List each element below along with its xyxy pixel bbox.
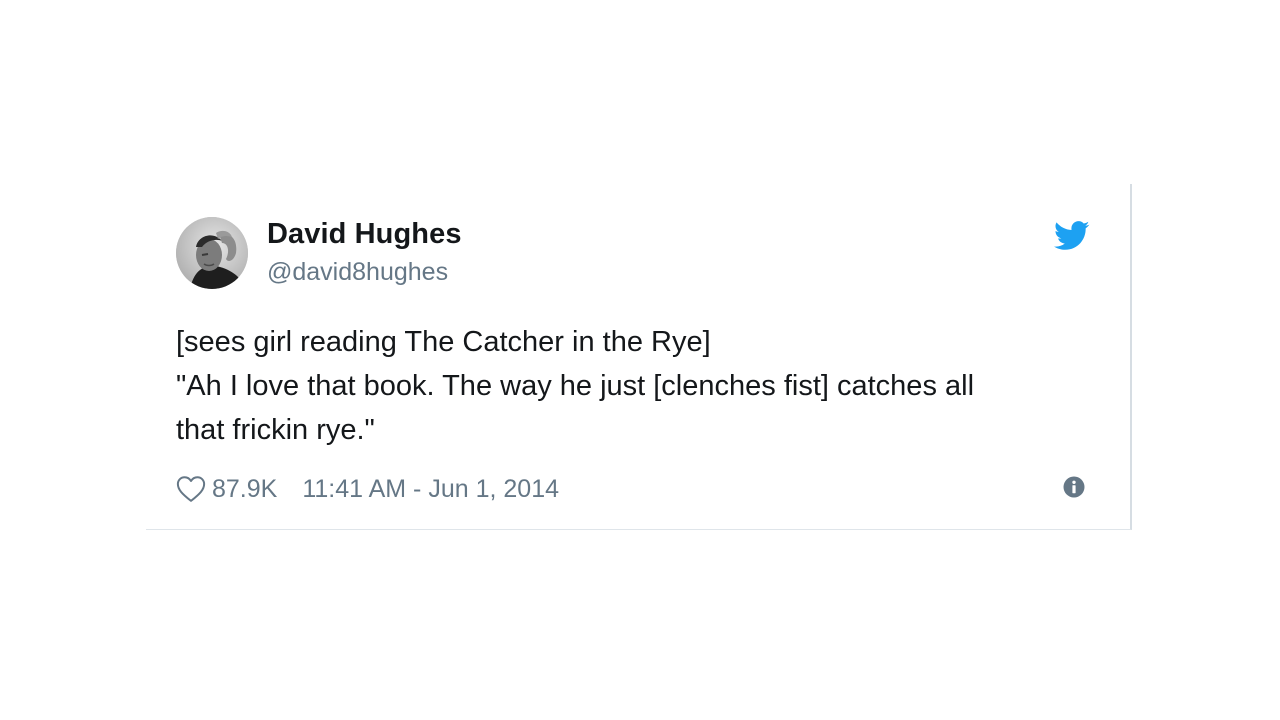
- avatar-photo: [176, 217, 248, 289]
- tweet-timestamp[interactable]: 11:41 AM - Jun 1, 2014: [302, 475, 559, 504]
- info-circle-icon[interactable]: [1063, 476, 1085, 498]
- like-button[interactable]: 87.9K: [176, 475, 277, 504]
- like-count: 87.9K: [212, 474, 278, 503]
- tweet-text-line: that frickin rye.": [176, 414, 375, 446]
- page: David Hughes @david8hughes [sees girl re…: [0, 0, 1280, 720]
- author-name[interactable]: David Hughes: [267, 218, 462, 251]
- tweet-footer: 87.9K 11:41 AM - Jun 1, 2014: [176, 472, 559, 506]
- tweet-text-line: "Ah I love that book. The way he just [c…: [176, 370, 975, 402]
- author-avatar[interactable]: [176, 217, 248, 289]
- tweet-card: David Hughes @david8hughes [sees girl re…: [146, 184, 1132, 530]
- heart-outline-icon: [176, 476, 206, 502]
- tweet-text: [sees girl reading The Catcher in the Ry…: [176, 320, 1106, 452]
- author-handle[interactable]: @david8hughes: [267, 258, 448, 287]
- tweet-text-line: [sees girl reading The Catcher in the Ry…: [176, 326, 711, 358]
- twitter-bird-icon[interactable]: [1054, 221, 1090, 251]
